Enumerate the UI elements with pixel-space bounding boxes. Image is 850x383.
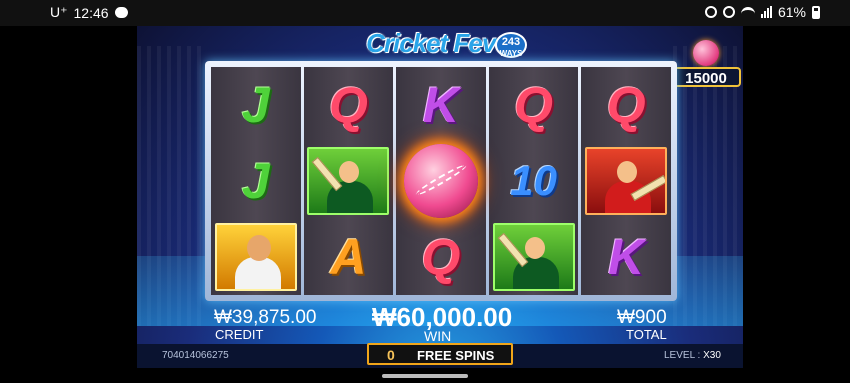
mute-icon	[722, 6, 735, 18]
reel-cell	[304, 143, 394, 219]
jackpot-display[interactable]: 15000	[669, 40, 743, 92]
symbol-a: A	[330, 229, 367, 285]
battery-icon	[812, 5, 820, 19]
symbol-j: J	[241, 77, 270, 133]
slot-game[interactable]: Cricket Fever 243 WAYS 15000 J J Q A K Q…	[137, 26, 743, 368]
total-bet-value[interactable]: ₩900	[617, 307, 667, 329]
reel-5: Q K	[581, 67, 671, 295]
ways-label: WAYS	[499, 49, 523, 58]
game-logo: Cricket Fever 243 WAYS	[357, 28, 527, 64]
credit-label: CREDIT	[215, 327, 264, 342]
reel-4: Q 10	[488, 67, 579, 295]
reel-cell: K	[396, 67, 486, 143]
free-spins-count: 0	[387, 347, 395, 363]
transaction-id: 704014066275	[162, 350, 229, 361]
reel-2: Q A	[303, 67, 394, 295]
alarm-icon	[704, 6, 717, 18]
home-gesture-handle[interactable]	[382, 374, 468, 378]
reel-cell: J	[211, 143, 301, 219]
win-label: WIN	[424, 328, 452, 344]
reel-cell	[581, 143, 671, 219]
reel-cell: Q	[489, 67, 579, 143]
reel-cell	[489, 219, 579, 295]
level-value: X30	[703, 350, 721, 361]
bottom-bar: 704014066275 0 FREE SPINS LEVEL : X30	[137, 343, 743, 368]
symbol-q: Q	[514, 77, 554, 133]
battery-percent: 61%	[777, 4, 806, 20]
batsman-symbol-icon	[307, 147, 390, 215]
symbol-10: 10	[510, 157, 557, 204]
free-spins-counter[interactable]: 0 FREE SPINS	[367, 343, 513, 365]
reel-3: K Q	[396, 67, 486, 295]
reels[interactable]: J J Q A K Q Q 10 Q K	[211, 67, 671, 295]
symbol-k: K	[608, 229, 645, 285]
reel-cell	[211, 219, 301, 295]
total-bet-label: TOTAL	[626, 327, 667, 342]
symbol-q: Q	[421, 229, 461, 285]
symbol-q: Q	[328, 77, 368, 133]
symbol-k: K	[422, 77, 460, 133]
navigation-bar	[0, 368, 850, 383]
reel-cell: Q	[304, 67, 394, 143]
reel-cell: Q	[581, 67, 671, 143]
level-label: LEVEL :	[664, 350, 701, 361]
wifi-icon	[740, 7, 755, 17]
reel-cell: Q	[396, 219, 486, 295]
credit-value: ₩39,875.00	[214, 307, 317, 328]
batsman-symbol-icon	[492, 223, 575, 291]
symbol-j: J	[241, 153, 270, 209]
cricket-ball-icon	[693, 40, 719, 66]
reel-cell: K	[581, 219, 671, 295]
signal-icon	[760, 6, 772, 18]
level-indicator: LEVEL : X30	[664, 350, 721, 361]
gold-player-symbol-icon	[214, 223, 297, 291]
fireball-scatter-icon	[403, 144, 478, 218]
reel-cell: A	[304, 219, 394, 295]
reel-1: J J	[211, 67, 301, 295]
reel-cell	[396, 143, 486, 219]
chat-notification-icon	[114, 7, 128, 18]
ways-badge: 243 WAYS	[495, 32, 527, 58]
ways-number: 243	[501, 36, 521, 48]
jackpot-value: 15000	[671, 67, 741, 87]
clock: 12:46	[73, 4, 109, 21]
status-bar: U⁺ 12:46 61%	[0, 0, 850, 26]
carrier-label: U⁺	[50, 4, 68, 20]
symbol-q: Q	[606, 77, 646, 133]
red-player-symbol-icon	[585, 147, 668, 215]
free-spins-label: FREE SPINS	[417, 348, 495, 363]
reel-cell: J	[211, 67, 301, 143]
reel-cell: 10	[489, 143, 579, 219]
